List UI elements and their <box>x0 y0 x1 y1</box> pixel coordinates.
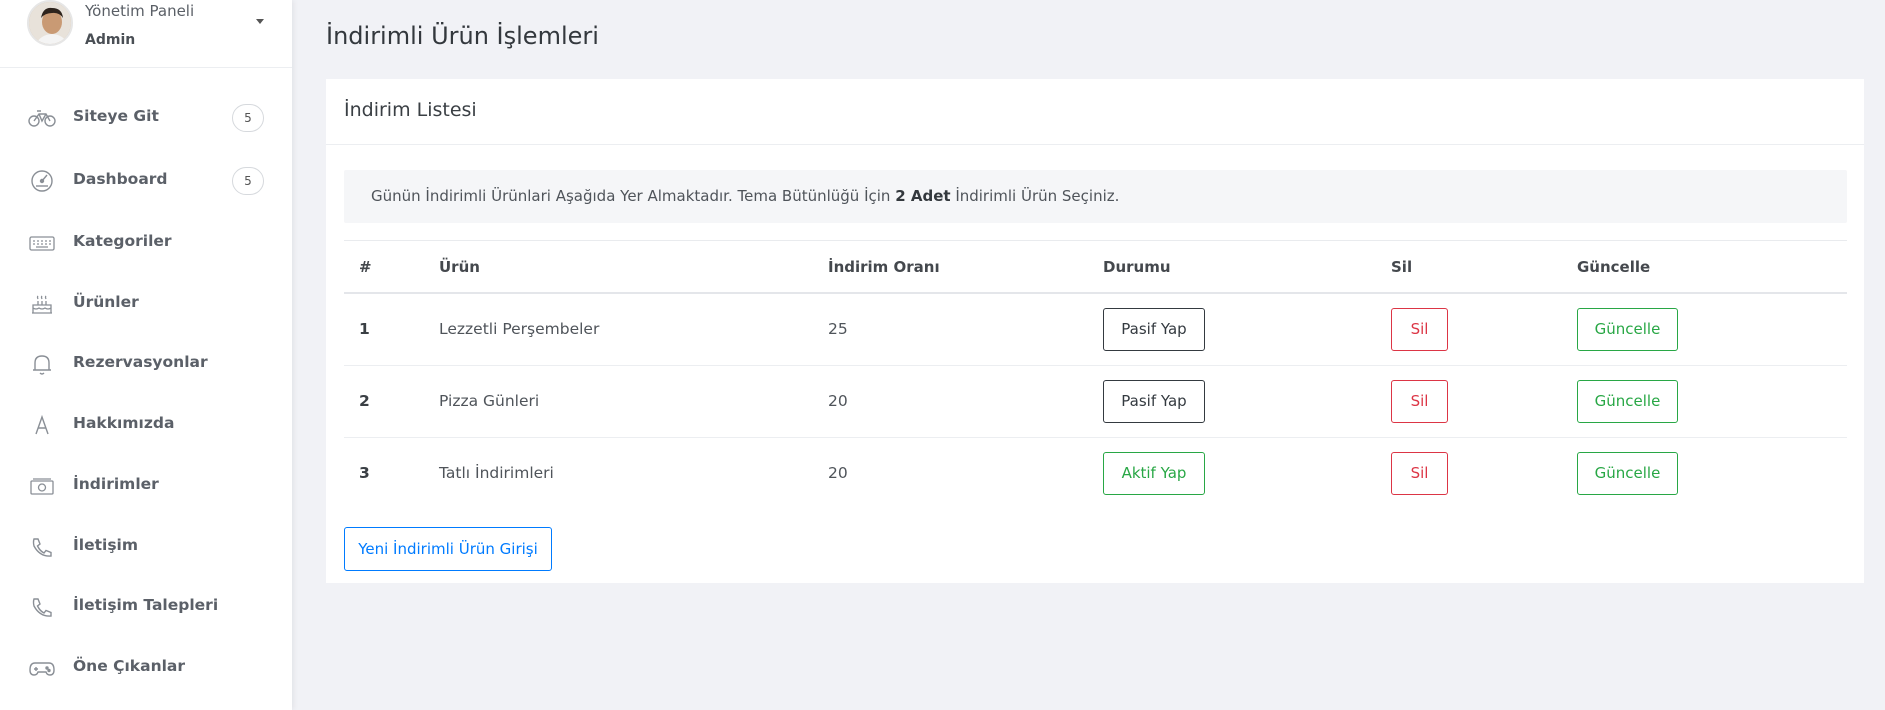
sidebar: Yönetim Paneli Admin Siteye Git 5 Dashbo… <box>0 0 292 710</box>
column-header-status: Durumu <box>1103 258 1171 276</box>
profile-role: Admin <box>85 32 136 48</box>
column-header-rate: İndirim Oranı <box>828 258 940 276</box>
table-row: 1 Lezzetli Perşembeler 25 Pasif Yap Sil … <box>344 294 1847 366</box>
column-header-index: # <box>359 258 372 276</box>
card-title: İndirim Listesi <box>344 99 477 121</box>
sidebar-item-urunler[interactable]: Ürünler <box>0 279 292 329</box>
gauge-icon <box>28 169 56 193</box>
sidebar-item-hakkimizda[interactable]: Hakkımızda <box>0 400 292 450</box>
table-row: 3 Tatlı İndirimleri 20 Aktif Yap Sil Gün… <box>344 438 1847 510</box>
chevron-down-icon[interactable] <box>256 19 264 24</box>
sidebar-item-siteye-git[interactable]: Siteye Git 5 <box>0 93 292 143</box>
count-badge: 5 <box>232 104 264 132</box>
sidebar-item-label: İletişim Talepleri <box>73 596 219 614</box>
update-button[interactable]: Güncelle <box>1577 308 1678 351</box>
sidebar-item-label: Öne Çıkanlar <box>73 657 186 675</box>
discount-rate: 25 <box>828 320 848 338</box>
deactivate-button[interactable]: Pasif Yap <box>1103 380 1205 423</box>
phone-icon <box>28 595 56 619</box>
table-header: # Ürün İndirim Oranı Durumu Sil Güncelle <box>344 240 1847 294</box>
delete-button[interactable]: Sil <box>1391 452 1448 495</box>
discount-rate: 20 <box>828 392 848 410</box>
alert-text-start: Günün İndirimli Ürünlari Aşağıda Yer Alm… <box>371 187 896 205</box>
bell-icon <box>28 352 56 376</box>
activate-button[interactable]: Aktif Yap <box>1103 452 1205 495</box>
column-header-update: Güncelle <box>1577 258 1651 276</box>
product-name: Tatlı İndirimleri <box>439 464 554 482</box>
column-header-product: Ürün <box>439 258 480 276</box>
sidebar-item-label: İndirimler <box>73 475 159 493</box>
sidebar-item-kategoriler[interactable]: Kategoriler <box>0 218 292 268</box>
update-button[interactable]: Güncelle <box>1577 452 1678 495</box>
sidebar-item-label: Hakkımızda <box>73 414 175 432</box>
table-row: 2 Pizza Günleri 20 Pasif Yap Sil Güncell… <box>344 366 1847 438</box>
alert-count: 2 Adet <box>895 187 951 205</box>
alert-text-end: İndirimli Ürün Seçiniz. <box>950 187 1120 205</box>
product-name: Lezzetli Perşembeler <box>439 320 600 338</box>
count-badge: 5 <box>232 167 264 195</box>
row-index: 3 <box>359 464 370 482</box>
sidebar-item-iletisim[interactable]: İletişim <box>0 522 292 572</box>
money-icon <box>28 474 56 498</box>
sidebar-item-label: İletişim <box>73 536 139 554</box>
profile-name: Yönetim Paneli <box>85 2 195 20</box>
sidebar-item-rezervasyonlar[interactable]: Rezervasyonlar <box>0 339 292 389</box>
sidebar-item-dashboard[interactable]: Dashboard 5 <box>0 156 292 206</box>
card-header: İndirim Listesi <box>326 79 1864 145</box>
sidebar-item-label: Kategoriler <box>73 232 172 250</box>
phone-icon <box>28 535 56 559</box>
row-index: 1 <box>359 320 370 338</box>
delete-button[interactable]: Sil <box>1391 308 1448 351</box>
avatar <box>27 0 73 46</box>
sidebar-item-label: Dashboard <box>73 170 168 188</box>
sidebar-item-label: Rezervasyonlar <box>73 353 208 371</box>
sidebar-item-label: Siteye Git <box>73 107 159 125</box>
discount-rate: 20 <box>828 464 848 482</box>
new-discount-button[interactable]: Yeni İndirimli Ürün Girişi <box>344 527 552 571</box>
column-header-delete: Sil <box>1391 258 1413 276</box>
page-title: İndirimli Ürün İşlemleri <box>326 22 599 50</box>
info-alert: Günün İndirimli Ürünlari Aşağıda Yer Alm… <box>344 170 1847 223</box>
gamepad-icon <box>28 656 56 680</box>
keyboard-icon <box>28 231 56 255</box>
discount-list-card: İndirim Listesi Günün İndirimli Ürünlari… <box>326 79 1864 583</box>
letter-a-icon <box>28 413 56 437</box>
sidebar-item-indirimler[interactable]: İndirimler <box>0 461 292 511</box>
sidebar-item-iletisim-talepleri[interactable]: İletişim Talepleri <box>0 582 292 632</box>
product-name: Pizza Günleri <box>439 392 540 410</box>
cake-icon <box>28 292 56 316</box>
alert-text: Günün İndirimli Ürünlari Aşağıda Yer Alm… <box>371 187 1119 205</box>
profile-header[interactable]: Yönetim Paneli Admin <box>0 0 292 68</box>
update-button[interactable]: Güncelle <box>1577 380 1678 423</box>
deactivate-button[interactable]: Pasif Yap <box>1103 308 1205 351</box>
sidebar-item-label: Ürünler <box>73 293 139 311</box>
row-index: 2 <box>359 392 370 410</box>
sidebar-item-one-cikanlar[interactable]: Öne Çıkanlar <box>0 643 292 693</box>
bicycle-icon <box>28 106 56 130</box>
delete-button[interactable]: Sil <box>1391 380 1448 423</box>
